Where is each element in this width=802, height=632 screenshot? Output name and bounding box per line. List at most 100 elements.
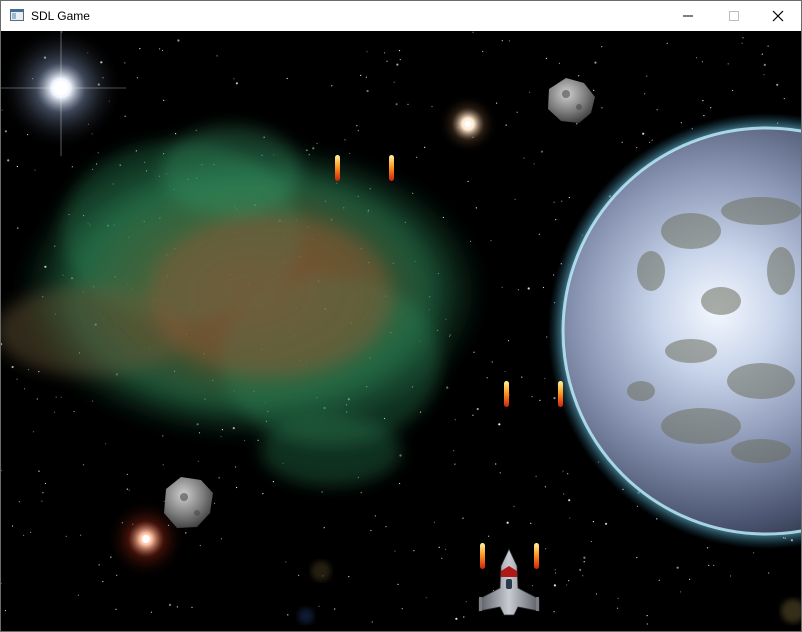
background-star (656, 109, 658, 111)
background-star (162, 464, 164, 466)
background-star (582, 575, 584, 577)
background-star (594, 61, 597, 64)
background-star (285, 561, 287, 563)
background-star (472, 414, 474, 416)
close-button[interactable] (755, 1, 801, 31)
background-star (636, 147, 638, 149)
background-star (38, 470, 40, 472)
background-star (530, 522, 532, 524)
background-star (334, 608, 336, 610)
background-star (399, 482, 401, 485)
background-star (416, 156, 418, 158)
background-star (768, 572, 770, 574)
background-star (4, 610, 6, 612)
background-star (508, 40, 510, 42)
background-star (710, 107, 712, 109)
background-star (496, 102, 498, 104)
background-star (349, 152, 351, 155)
background-star (516, 111, 518, 113)
background-star (730, 575, 732, 577)
background-star (742, 37, 744, 39)
background-star (531, 585, 534, 587)
background-star (1, 109, 3, 111)
background-star (545, 548, 547, 550)
background-star (578, 75, 580, 77)
background-star (463, 616, 465, 618)
background-star (566, 584, 568, 586)
background-star (191, 606, 193, 609)
background-star (569, 517, 571, 519)
background-star (590, 540, 593, 543)
game-canvas[interactable] (1, 31, 801, 631)
background-star (357, 130, 359, 132)
background-star (514, 198, 516, 200)
star (438, 94, 498, 154)
background-star (27, 369, 30, 371)
bullet (480, 543, 485, 569)
background-star (703, 115, 705, 117)
background-star (501, 286, 503, 288)
background-star (175, 133, 177, 135)
background-star (441, 557, 443, 560)
background-star (235, 82, 238, 85)
background-star (680, 122, 683, 124)
background-star (467, 180, 469, 182)
background-star (102, 580, 104, 583)
background-star (216, 55, 218, 57)
background-star (360, 74, 362, 76)
background-star (344, 139, 346, 141)
background-star (398, 50, 401, 52)
background-star (298, 574, 300, 576)
title-bar[interactable]: SDL Game (1, 1, 801, 31)
background-star (199, 544, 201, 547)
background-star (356, 125, 358, 127)
background-star (34, 169, 36, 171)
background-star (567, 473, 569, 475)
background-star (454, 463, 456, 465)
background-star (454, 419, 456, 421)
background-star (16, 165, 18, 168)
background-star (438, 546, 440, 549)
maximize-button[interactable] (711, 1, 757, 31)
background-star (741, 42, 743, 44)
background-star (527, 287, 530, 290)
background-star (220, 538, 222, 540)
background-star (16, 378, 18, 380)
background-star (579, 568, 582, 572)
background-star (473, 351, 475, 353)
background-star (553, 611, 555, 613)
background-star (555, 572, 557, 574)
distant-glow (298, 608, 314, 624)
background-star (360, 492, 362, 494)
minimize-button[interactable] (665, 1, 711, 31)
background-star (136, 77, 138, 79)
close-icon (772, 10, 784, 22)
background-star (413, 550, 415, 552)
background-star (4, 130, 7, 133)
background-star (605, 522, 608, 525)
background-star (419, 411, 422, 413)
background-star (262, 493, 264, 495)
background-star (540, 150, 544, 153)
background-star (679, 591, 682, 593)
background-star (651, 139, 653, 141)
background-star (482, 50, 484, 53)
background-star (150, 611, 153, 613)
background-star (80, 534, 82, 536)
background-star (60, 396, 62, 398)
background-star (646, 615, 648, 617)
game-window: SDL Game (0, 0, 802, 632)
background-star (433, 521, 435, 523)
background-star (568, 580, 570, 582)
background-star (701, 61, 704, 63)
background-star (542, 286, 545, 289)
background-star (424, 146, 426, 148)
background-star (455, 617, 458, 620)
background-star (323, 527, 325, 529)
background-star (213, 502, 216, 504)
bullet (335, 155, 340, 181)
background-star (446, 386, 449, 389)
background-star (476, 407, 479, 411)
background-star (374, 515, 376, 517)
background-star (77, 594, 79, 596)
